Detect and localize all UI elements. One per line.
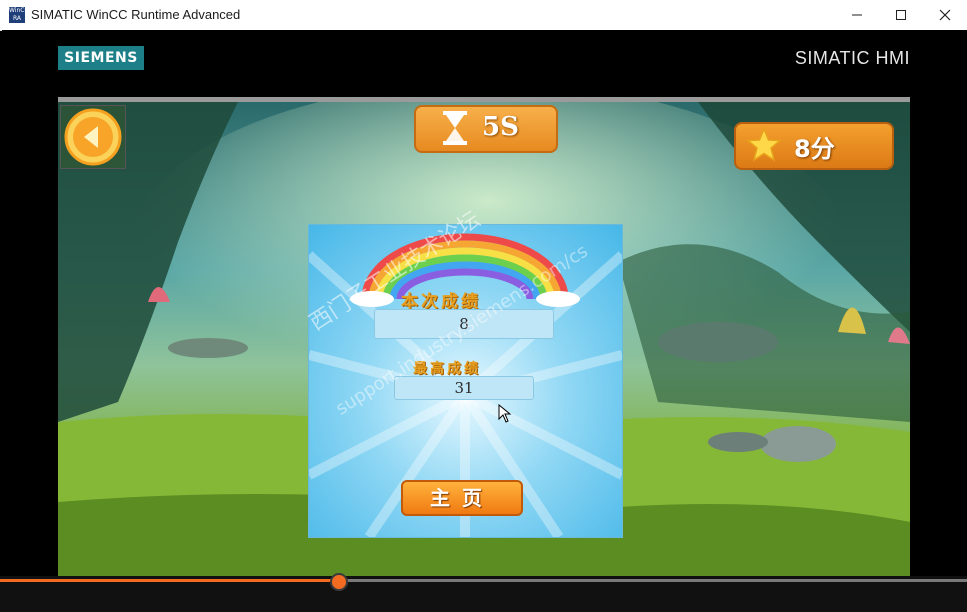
- close-button[interactable]: [923, 0, 967, 30]
- product-name: SIMATIC HMI: [794, 48, 910, 68]
- game-screen: 5S 8分 本次成绩 8 最高成绩 31 主页: [58, 97, 910, 581]
- timer-value: 5S: [482, 112, 519, 142]
- maximize-icon: [896, 10, 906, 20]
- window-titlebar: WinCC RA SIMATIC WinCC Runtime Advanced: [0, 0, 967, 31]
- timer-display: 5S: [414, 105, 558, 153]
- minimize-icon: [852, 14, 862, 16]
- siemens-logo: SIEMENS: [58, 46, 144, 70]
- home-button[interactable]: 主页: [401, 480, 523, 516]
- wincc-app-icon: WinCC RA: [9, 7, 29, 23]
- close-icon: [939, 9, 951, 21]
- maximize-button[interactable]: [879, 0, 923, 30]
- best-score-field: 31: [394, 376, 534, 400]
- window-title: SIMATIC WinCC Runtime Advanced: [31, 7, 241, 22]
- minimize-button[interactable]: [835, 0, 879, 30]
- star-icon: [746, 127, 782, 162]
- current-score-field: 8: [374, 309, 554, 339]
- hourglass-icon: [443, 111, 467, 145]
- score-display: 8分: [734, 122, 894, 170]
- mouse-cursor-icon: [498, 404, 512, 423]
- back-arrow-icon: [64, 108, 122, 166]
- best-score-label: 最高成绩: [413, 361, 481, 377]
- video-playback-bar: [0, 573, 967, 612]
- seek-progress: [0, 579, 339, 582]
- result-panel: 本次成绩 8 最高成绩 31 主页: [308, 224, 623, 538]
- seek-handle[interactable]: [330, 573, 349, 591]
- hmi-screen: SIEMENS SIMATIC HMI 5S 8分 本次成绩 8 最高成绩 31…: [2, 30, 967, 581]
- back-button[interactable]: [60, 105, 126, 169]
- score-value: 8分: [794, 135, 835, 163]
